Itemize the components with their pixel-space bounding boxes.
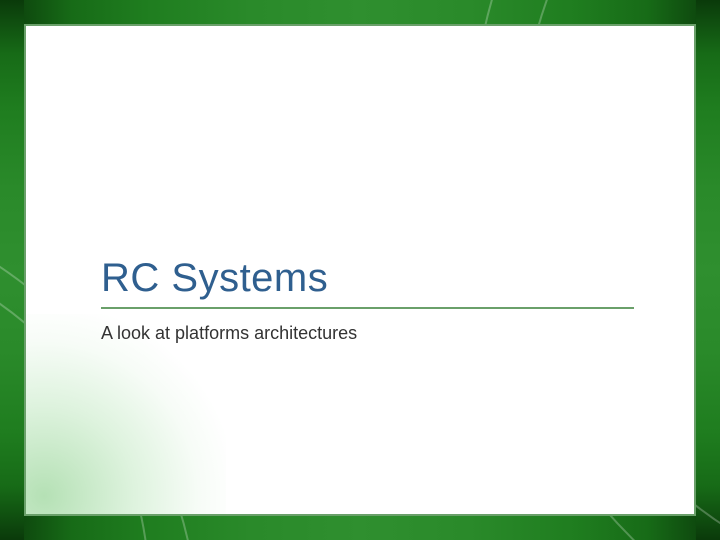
slide-body: RC Systems A look at platforms architect… <box>24 24 696 516</box>
frame-left <box>0 0 24 540</box>
content-block: RC Systems A look at platforms architect… <box>101 256 634 344</box>
frame-bottom <box>0 516 720 540</box>
decor-glow <box>24 314 226 516</box>
frame-top <box>0 0 720 24</box>
frame-right <box>696 0 720 540</box>
slide: RC Systems A look at platforms architect… <box>0 0 720 540</box>
slide-subtitle: A look at platforms architectures <box>101 323 634 344</box>
slide-title: RC Systems <box>101 256 634 309</box>
